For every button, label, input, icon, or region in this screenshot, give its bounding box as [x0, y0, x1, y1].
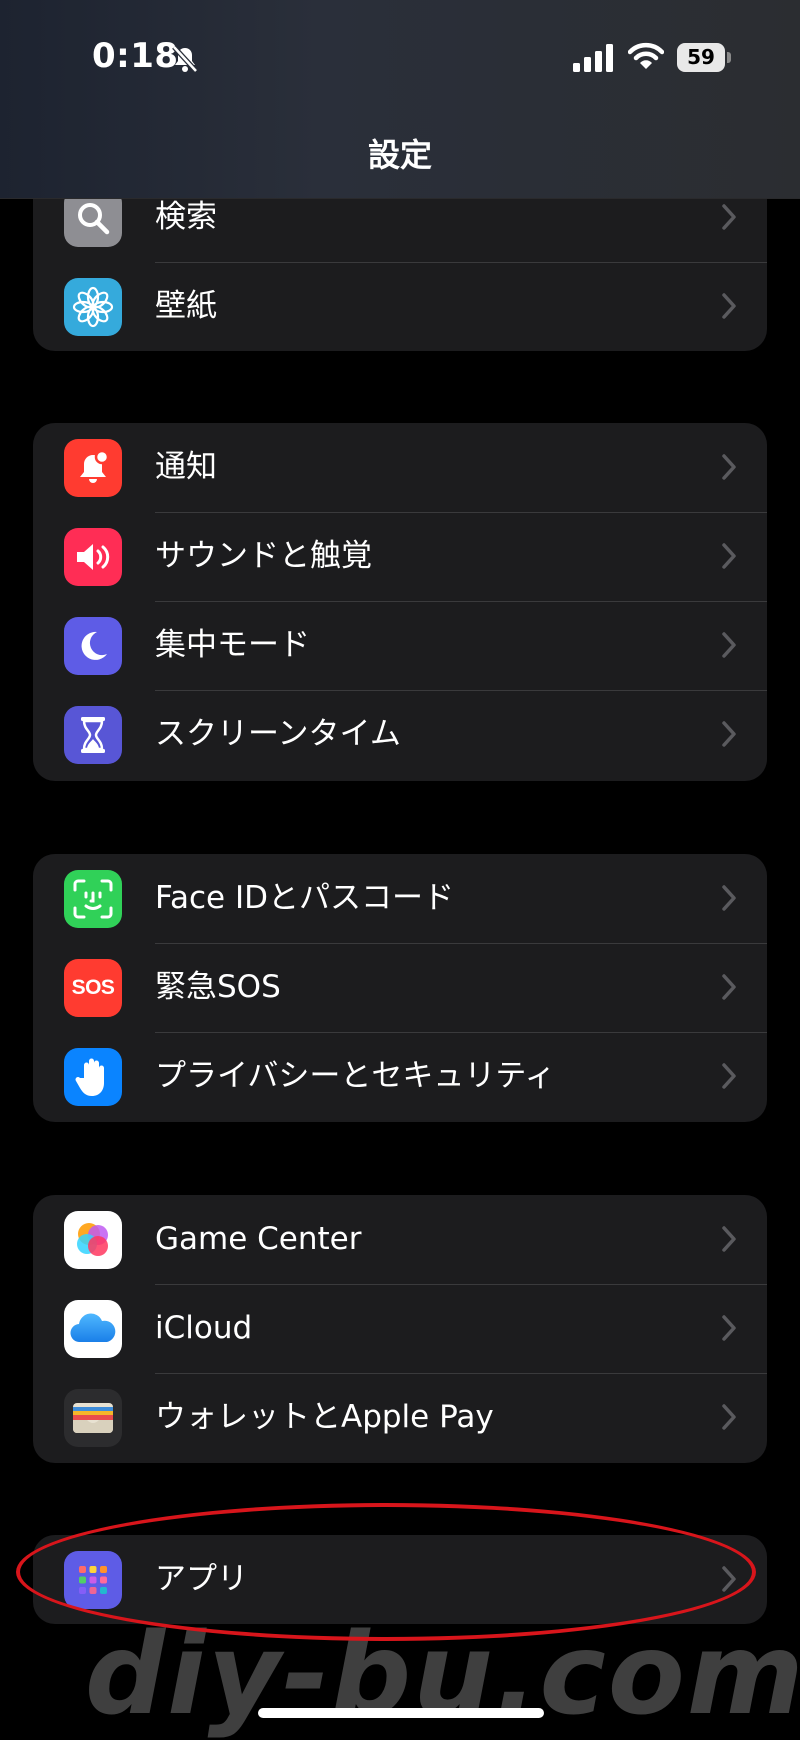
- settings-row-wallet[interactable]: ウォレットとApple Pay: [33, 1373, 767, 1462]
- face-id-icon: [64, 870, 122, 928]
- chevron-right-icon: [722, 632, 736, 658]
- settings-row-label: Game Center: [155, 1221, 362, 1257]
- settings-group-security: Face IDとパスコード SOS 緊急SOS プライバシーとセキュリティ: [33, 854, 767, 1122]
- settings-row-wallpaper[interactable]: 壁紙: [33, 262, 767, 351]
- game-center-icon: [64, 1211, 122, 1269]
- moon-icon: [64, 617, 122, 675]
- chevron-right-icon: [722, 1315, 736, 1341]
- cloud-icon: [64, 1300, 122, 1358]
- battery-level: 59: [677, 43, 725, 72]
- chevron-right-icon: [722, 1404, 736, 1430]
- settings-group-notifications: 通知 サウンドと触覚 集中モード スクリーンタイム: [33, 423, 767, 781]
- home-indicator[interactable]: [258, 1708, 544, 1718]
- chevron-right-icon: [722, 454, 736, 480]
- settings-row-icloud[interactable]: iCloud: [33, 1284, 767, 1373]
- speaker-icon: [64, 528, 122, 586]
- silent-mode-icon: [172, 45, 198, 73]
- status-and-nav-bar: 0:18 59 設定: [0, 0, 800, 199]
- settings-row-label: 通知: [155, 449, 217, 485]
- settings-row-label: 壁紙: [155, 288, 217, 324]
- red-highlight-oval: [16, 1503, 756, 1641]
- settings-row-label: ウォレットとApple Pay: [155, 1399, 494, 1435]
- flower-icon: [64, 278, 122, 336]
- chevron-right-icon: [722, 974, 736, 1000]
- settings-row-face-id[interactable]: Face IDとパスコード: [33, 854, 767, 943]
- page-title: 設定: [367, 136, 432, 174]
- hand-icon: [64, 1048, 122, 1106]
- settings-row-label: 集中モード: [155, 627, 310, 663]
- battery-indicator: 59: [677, 43, 731, 72]
- settings-row-label: Face IDとパスコード: [155, 880, 454, 916]
- chevron-right-icon: [722, 1063, 736, 1089]
- settings-row-label: iCloud: [155, 1310, 253, 1346]
- chevron-right-icon: [722, 885, 736, 911]
- settings-row-label: プライバシーとセキュリティ: [155, 1058, 556, 1094]
- bell-badge-icon: [64, 439, 122, 497]
- settings-row-emergency-sos[interactable]: SOS 緊急SOS: [33, 943, 767, 1032]
- settings-row-screen-time[interactable]: スクリーンタイム: [33, 690, 767, 779]
- settings-row-notifications[interactable]: 通知: [33, 423, 767, 512]
- settings-row-label: 緊急SOS: [155, 969, 281, 1005]
- chevron-right-icon: [722, 1226, 736, 1252]
- settings-row-sounds[interactable]: サウンドと触覚: [33, 512, 767, 601]
- settings-row-label: スクリーンタイム: [155, 716, 401, 752]
- settings-row-focus[interactable]: 集中モード: [33, 601, 767, 690]
- wifi-icon: [628, 42, 664, 69]
- sos-icon-text: SOS: [71, 976, 115, 999]
- wallet-icon: [64, 1389, 122, 1447]
- chevron-right-icon: [722, 293, 736, 319]
- sos-icon: SOS: [64, 959, 122, 1017]
- settings-row-game-center[interactable]: Game Center: [33, 1195, 767, 1284]
- chevron-right-icon: [722, 721, 736, 747]
- settings-row-privacy[interactable]: プライバシーとセキュリティ: [33, 1032, 767, 1121]
- hourglass-icon: [64, 706, 122, 764]
- cellular-signal-icon: [573, 44, 613, 72]
- battery-tip: [727, 52, 731, 63]
- settings-row-label: サウンドと触覚: [155, 538, 372, 574]
- chevron-right-icon: [722, 204, 736, 230]
- chevron-right-icon: [722, 543, 736, 569]
- settings-group-services: Game Center iCloud ウォレットとApple Pay: [33, 1195, 767, 1463]
- status-time: 0:18: [92, 36, 179, 76]
